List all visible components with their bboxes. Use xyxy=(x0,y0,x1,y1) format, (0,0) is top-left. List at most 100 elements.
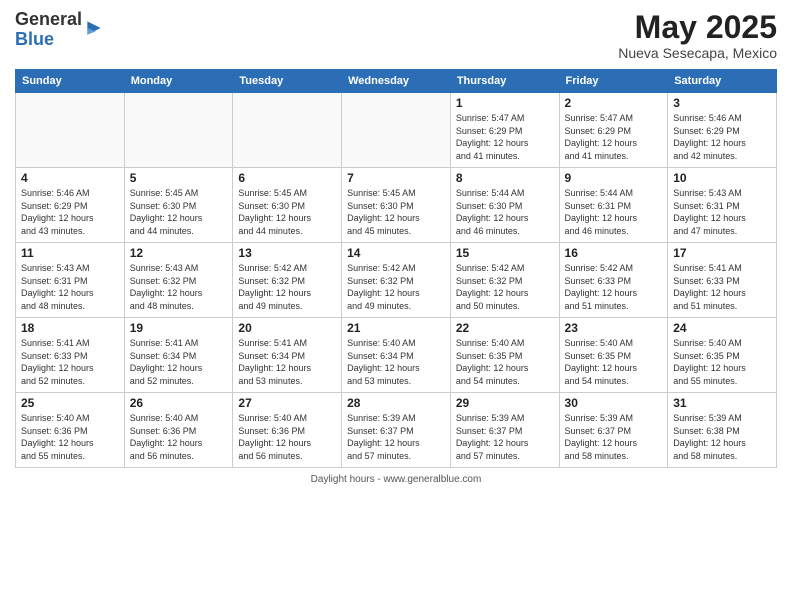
calendar-cell: 4 Sunrise: 5:46 AM Sunset: 6:29 PM Daylig… xyxy=(16,168,125,243)
calendar-cell: 18Sunrise: 5:41 AM Sunset: 6:33 PM Dayli… xyxy=(16,318,125,393)
week-row-1: 1 Sunrise: 5:47 AM Sunset: 6:29 PM Daylig… xyxy=(16,93,777,168)
logo-blue-text: Blue xyxy=(15,30,82,50)
calendar-cell: 19 Sunrise: 5:41 AM Sunset: 6:34 PM Dayli… xyxy=(124,318,233,393)
calendar-cell: 31 Sunrise: 5:39 AM Sunset: 6:38 PM Dayli… xyxy=(668,393,777,468)
calendar-cell xyxy=(233,93,342,168)
calendar-cell: 30 Sunrise: 5:39 AM Sunset: 6:37 PM Dayli… xyxy=(559,393,668,468)
calendar-cell: 21 Sunrise: 5:40 AM Sunset: 6:34 PM Dayli… xyxy=(342,318,451,393)
month-title: May 2025 xyxy=(618,10,777,45)
header-thursday: Thursday xyxy=(450,70,559,93)
day-number: 26 xyxy=(130,396,228,410)
calendar-cell xyxy=(124,93,233,168)
calendar-cell: 5 Sunrise: 5:45 AM Sunset: 6:30 PM Daylig… xyxy=(124,168,233,243)
day-info: Sunrise: 5:40 AM Sunset: 6:36 PM Dayligh… xyxy=(21,412,119,462)
calendar-cell: 8 Sunrise: 5:44 AM Sunset: 6:30 PM Daylig… xyxy=(450,168,559,243)
calendar-cell: 25 Sunrise: 5:40 AM Sunset: 6:36 PM Dayli… xyxy=(16,393,125,468)
week-row-2: 4 Sunrise: 5:46 AM Sunset: 6:29 PM Daylig… xyxy=(16,168,777,243)
week-row-3: 11 Sunrise: 5:43 AM Sunset: 6:31 PM Dayli… xyxy=(16,243,777,318)
calendar-cell: 27Sunrise: 5:40 AM Sunset: 6:36 PM Dayli… xyxy=(233,393,342,468)
calendar-cell xyxy=(16,93,125,168)
day-info: Sunrise: 5:41 AM Sunset: 6:34 PM Dayligh… xyxy=(130,337,228,387)
day-info: Sunrise: 5:44 AM Sunset: 6:31 PM Dayligh… xyxy=(565,187,663,237)
day-info: Sunrise: 5:40 AM Sunset: 6:35 PM Dayligh… xyxy=(565,337,663,387)
day-info: Sunrise: 5:43 AM Sunset: 6:31 PM Dayligh… xyxy=(673,187,771,237)
day-info: Sunrise: 5:40 AM Sunset: 6:35 PM Dayligh… xyxy=(456,337,554,387)
footer: Daylight hours - www.generalblue.com xyxy=(15,474,777,485)
calendar-cell: 26 Sunrise: 5:40 AM Sunset: 6:36 PM Dayli… xyxy=(124,393,233,468)
header-saturday: Saturday xyxy=(668,70,777,93)
day-info: Sunrise: 5:42 AM Sunset: 6:32 PM Dayligh… xyxy=(347,262,445,312)
day-info: Sunrise: 5:40 AM Sunset: 6:36 PM Dayligh… xyxy=(130,412,228,462)
day-info: Sunrise: 5:41 AM Sunset: 6:34 PM Dayligh… xyxy=(238,337,336,387)
day-number: 11 xyxy=(21,246,119,260)
day-number: 2 xyxy=(565,96,663,110)
day-number: 21 xyxy=(347,321,445,335)
calendar-cell: 20 Sunrise: 5:41 AM Sunset: 6:34 PM Dayli… xyxy=(233,318,342,393)
day-number: 5 xyxy=(130,171,228,185)
header-wednesday: Wednesday xyxy=(342,70,451,93)
calendar-table: Sunday Monday Tuesday Wednesday Thursday… xyxy=(15,69,777,468)
day-info: Sunrise: 5:44 AM Sunset: 6:30 PM Dayligh… xyxy=(456,187,554,237)
calendar-cell: 9 Sunrise: 5:44 AM Sunset: 6:31 PM Daylig… xyxy=(559,168,668,243)
day-info: Sunrise: 5:45 AM Sunset: 6:30 PM Dayligh… xyxy=(347,187,445,237)
day-number: 16 xyxy=(565,246,663,260)
calendar-cell: 6Sunrise: 5:45 AM Sunset: 6:30 PM Daylig… xyxy=(233,168,342,243)
header-monday: Monday xyxy=(124,70,233,93)
day-info: Sunrise: 5:39 AM Sunset: 6:38 PM Dayligh… xyxy=(673,412,771,462)
day-number: 6 xyxy=(238,171,336,185)
day-number: 25 xyxy=(21,396,119,410)
day-info: Sunrise: 5:41 AM Sunset: 6:33 PM Dayligh… xyxy=(673,262,771,312)
day-number: 20 xyxy=(238,321,336,335)
logo-icon xyxy=(84,18,104,38)
day-number: 13 xyxy=(238,246,336,260)
day-info: Sunrise: 5:41 AM Sunset: 6:33 PM Dayligh… xyxy=(21,337,119,387)
header-tuesday: Tuesday xyxy=(233,70,342,93)
calendar-body: 1 Sunrise: 5:47 AM Sunset: 6:29 PM Daylig… xyxy=(16,93,777,468)
calendar-cell: 17 Sunrise: 5:41 AM Sunset: 6:33 PM Dayli… xyxy=(668,243,777,318)
day-number: 8 xyxy=(456,171,554,185)
day-number: 12 xyxy=(130,246,228,260)
logo-general-text: General xyxy=(15,10,82,30)
day-number: 17 xyxy=(673,246,771,260)
day-number: 9 xyxy=(565,171,663,185)
calendar-cell: 13Sunrise: 5:42 AM Sunset: 6:32 PM Dayli… xyxy=(233,243,342,318)
day-info: Sunrise: 5:46 AM Sunset: 6:29 PM Dayligh… xyxy=(21,187,119,237)
day-number: 10 xyxy=(673,171,771,185)
footer-text: Daylight hours xyxy=(311,474,375,485)
footer-url: - www.generalblue.com xyxy=(377,474,481,485)
header-sunday: Sunday xyxy=(16,70,125,93)
day-number: 28 xyxy=(347,396,445,410)
week-row-4: 18Sunrise: 5:41 AM Sunset: 6:33 PM Dayli… xyxy=(16,318,777,393)
logo: General Blue xyxy=(15,10,104,50)
day-number: 4 xyxy=(21,171,119,185)
day-info: Sunrise: 5:39 AM Sunset: 6:37 PM Dayligh… xyxy=(565,412,663,462)
calendar-cell: 24Sunrise: 5:40 AM Sunset: 6:35 PM Dayli… xyxy=(668,318,777,393)
day-number: 30 xyxy=(565,396,663,410)
day-number: 19 xyxy=(130,321,228,335)
day-info: Sunrise: 5:40 AM Sunset: 6:34 PM Dayligh… xyxy=(347,337,445,387)
day-info: Sunrise: 5:47 AM Sunset: 6:29 PM Dayligh… xyxy=(565,112,663,162)
calendar-cell: 23Sunrise: 5:40 AM Sunset: 6:35 PM Dayli… xyxy=(559,318,668,393)
day-info: Sunrise: 5:45 AM Sunset: 6:30 PM Dayligh… xyxy=(130,187,228,237)
day-info: Sunrise: 5:43 AM Sunset: 6:31 PM Dayligh… xyxy=(21,262,119,312)
day-number: 31 xyxy=(673,396,771,410)
calendar-cell: 29Sunrise: 5:39 AM Sunset: 6:37 PM Dayli… xyxy=(450,393,559,468)
day-info: Sunrise: 5:39 AM Sunset: 6:37 PM Dayligh… xyxy=(347,412,445,462)
location: Nueva Sesecapa, Mexico xyxy=(618,45,777,61)
calendar-cell: 3Sunrise: 5:46 AM Sunset: 6:29 PM Daylig… xyxy=(668,93,777,168)
header: General Blue May 2025 Nueva Sesecapa, Me… xyxy=(15,10,777,61)
header-row: Sunday Monday Tuesday Wednesday Thursday… xyxy=(16,70,777,93)
calendar-cell: 14Sunrise: 5:42 AM Sunset: 6:32 PM Dayli… xyxy=(342,243,451,318)
day-number: 22 xyxy=(456,321,554,335)
day-info: Sunrise: 5:39 AM Sunset: 6:37 PM Dayligh… xyxy=(456,412,554,462)
day-info: Sunrise: 5:40 AM Sunset: 6:35 PM Dayligh… xyxy=(673,337,771,387)
week-row-5: 25 Sunrise: 5:40 AM Sunset: 6:36 PM Dayli… xyxy=(16,393,777,468)
calendar-cell: 28 Sunrise: 5:39 AM Sunset: 6:37 PM Dayli… xyxy=(342,393,451,468)
day-number: 1 xyxy=(456,96,554,110)
calendar-cell: 10 Sunrise: 5:43 AM Sunset: 6:31 PM Dayli… xyxy=(668,168,777,243)
calendar-cell: 15Sunrise: 5:42 AM Sunset: 6:32 PM Dayli… xyxy=(450,243,559,318)
calendar-cell: 2 Sunrise: 5:47 AM Sunset: 6:29 PM Daylig… xyxy=(559,93,668,168)
calendar-cell: 22 Sunrise: 5:40 AM Sunset: 6:35 PM Dayli… xyxy=(450,318,559,393)
day-info: Sunrise: 5:42 AM Sunset: 6:33 PM Dayligh… xyxy=(565,262,663,312)
header-friday: Friday xyxy=(559,70,668,93)
